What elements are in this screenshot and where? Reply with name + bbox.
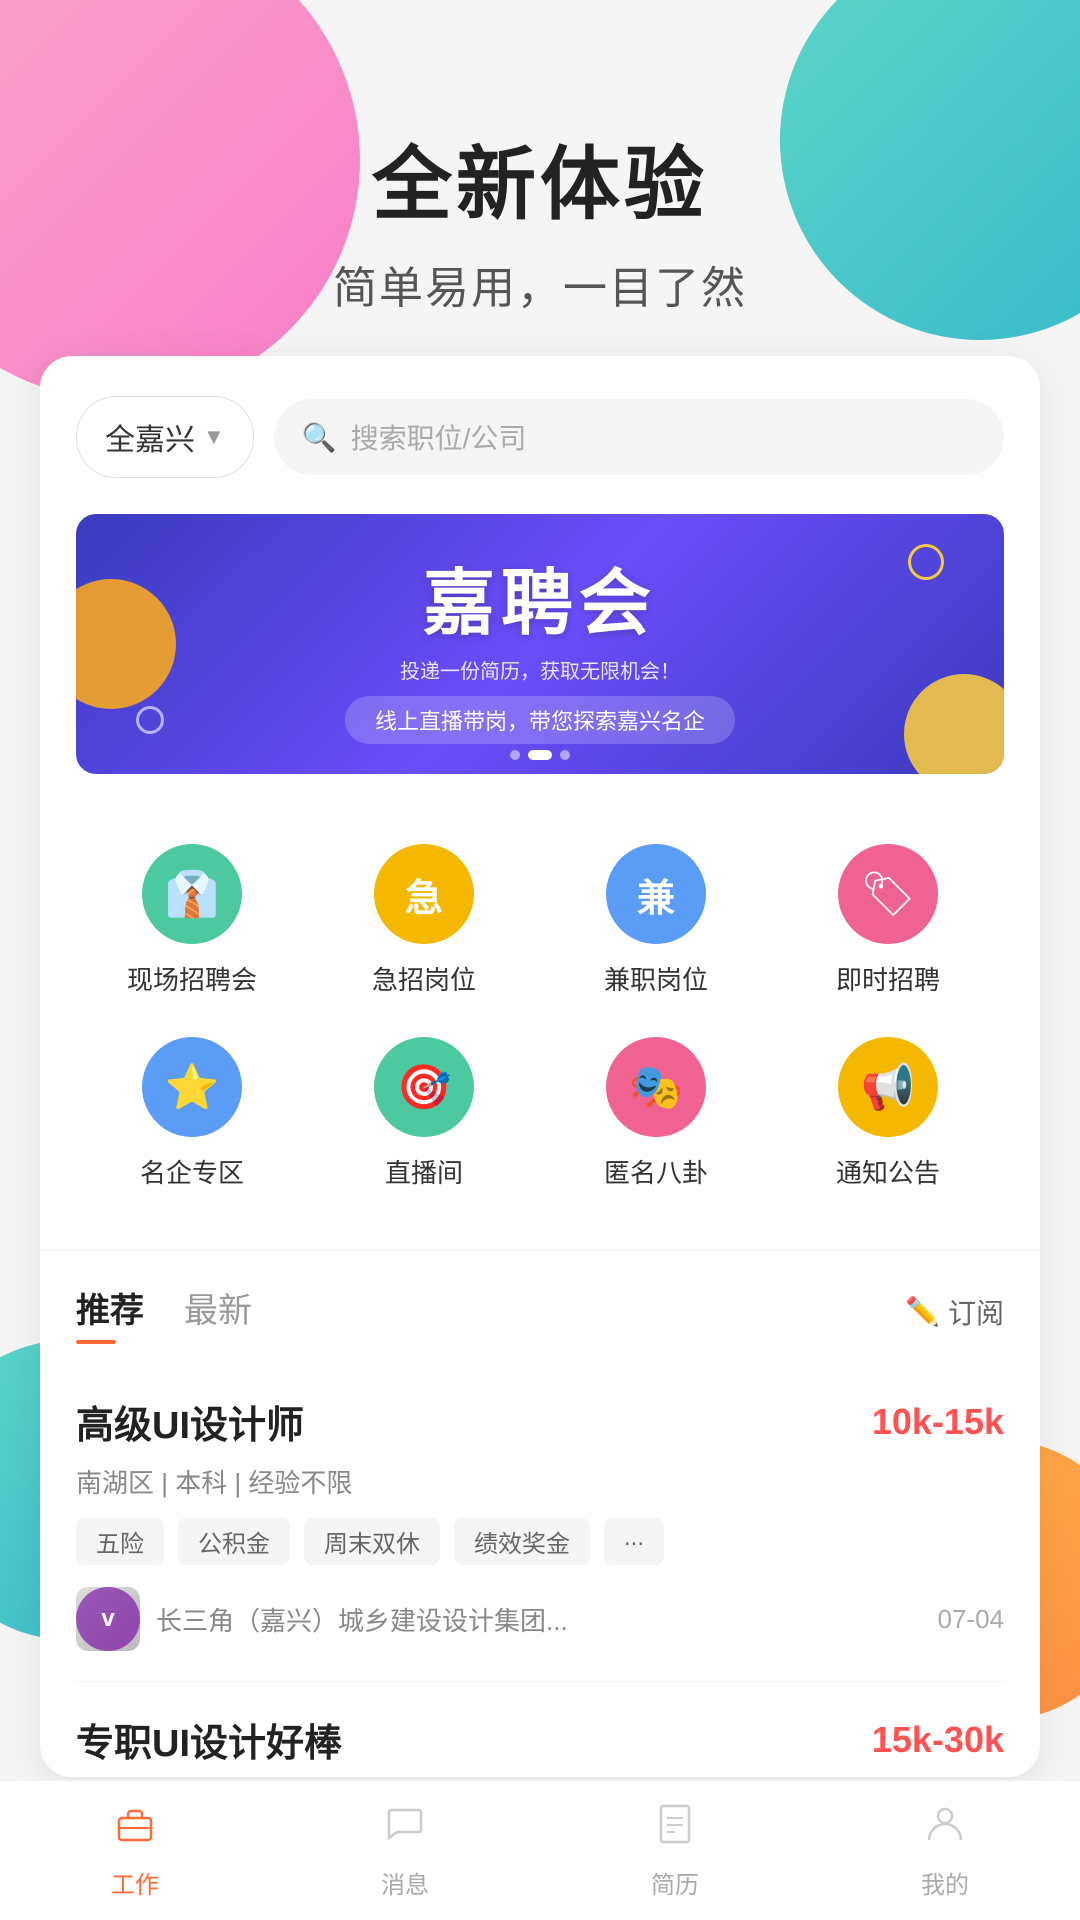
hero-subtitle: 简单易用，一目了然 <box>0 252 1080 316</box>
person-icon <box>923 1802 967 1857</box>
tag-more: ... <box>604 1518 664 1565</box>
icon-item-elite[interactable]: ⭐ 名企专区 <box>76 1017 308 1210</box>
banner-decor-orange <box>76 579 176 709</box>
job-title-2: 专职UI设计好棒 <box>76 1712 342 1767</box>
icon-elite: ⭐ <box>142 1037 242 1137</box>
subscribe-button[interactable]: ✏️ 订阅 <box>905 1292 1004 1332</box>
icon-item-notice[interactable]: 📢 通知公告 <box>772 1017 1004 1210</box>
subscribe-label: 订阅 <box>948 1292 1004 1332</box>
tabs-row: 推荐 最新 ✏️ 订阅 <box>76 1283 1004 1340</box>
nav-item-resume[interactable]: 简历 <box>605 1802 745 1900</box>
edit-icon: ✏️ <box>905 1295 940 1328</box>
job-salary-2: 15k-30k <box>872 1719 1004 1761</box>
icon-live: 🎯 <box>374 1037 474 1137</box>
tab-latest[interactable]: 最新 <box>184 1283 252 1340</box>
icon-item-job-fair[interactable]: 👔 现场招聘会 <box>76 824 308 1017</box>
company-avatar-1: v <box>76 1587 140 1651</box>
nav-item-message[interactable]: 消息 <box>335 1802 475 1900</box>
nav-item-mine[interactable]: 我的 <box>875 1802 1015 1900</box>
icon-grid: 👔 现场招聘会 急 急招岗位 兼 兼职岗位 🏷 即时招聘 ⭐ 名企专区 🎯 直播… <box>76 824 1004 1210</box>
nav-label-resume: 简历 <box>651 1865 699 1900</box>
tag-zhoumo: 周末双休 <box>304 1518 440 1565</box>
banner-dot-1 <box>510 750 520 760</box>
tab-recommend[interactable]: 推荐 <box>76 1283 144 1340</box>
icon-label-urgent: 急招岗位 <box>372 960 476 997</box>
icon-item-gossip[interactable]: 🎭 匿名八卦 <box>540 1017 772 1210</box>
icon-label-gossip: 匿名八卦 <box>604 1153 708 1190</box>
icon-label-instant: 即时招聘 <box>836 960 940 997</box>
company-avatar-inner: v <box>76 1587 140 1651</box>
banner-subtitle: 投递一份简历，获取无限机会！ <box>345 655 735 684</box>
icon-job-fair: 👔 <box>142 844 242 944</box>
banner-dot-3 <box>560 750 570 760</box>
icon-label-live: 直播间 <box>385 1153 463 1190</box>
search-icon: 🔍 <box>302 421 337 454</box>
tag-gongjijin: 公积金 <box>178 1518 290 1565</box>
search-placeholder: 搜索职位/公司 <box>351 417 527 457</box>
icon-instant: 🏷 <box>838 844 938 944</box>
nav-label-message: 消息 <box>381 1865 429 1900</box>
banner-decor-yellow <box>904 674 1004 774</box>
banner-dot-2 <box>528 750 552 760</box>
icon-gossip: 🎭 <box>606 1037 706 1137</box>
banner-bottom-text: 线上直播带岗，带您探索嘉兴名企 <box>345 696 735 744</box>
search-row: 全嘉兴 ▼ 🔍 搜索职位/公司 <box>76 396 1004 478</box>
job-title-row-1: 高级UI设计师 10k-15k <box>76 1394 1004 1449</box>
hero-section: 全新体验 简单易用，一目了然 <box>0 0 1080 356</box>
icon-label-job-fair: 现场招聘会 <box>127 960 257 997</box>
icon-urgent: 急 <box>374 844 474 944</box>
job-fair-banner[interactable]: 嘉聘会 投递一份简历，获取无限机会！ 线上直播带岗，带您探索嘉兴名企 <box>76 514 1004 774</box>
icon-item-urgent[interactable]: 急 急招岗位 <box>308 824 540 1017</box>
hero-title: 全新体验 <box>0 120 1080 236</box>
nav-label-mine: 我的 <box>921 1865 969 1900</box>
bottom-nav: 工作 消息 简历 我的 <box>0 1780 1080 1920</box>
company-row-1: v 长三角（嘉兴）城乡建设设计集团... 07-04 <box>76 1587 1004 1651</box>
nav-item-work[interactable]: 工作 <box>65 1802 205 1900</box>
tag-wuxian: 五险 <box>76 1518 164 1565</box>
job-title-1: 高级UI设计师 <box>76 1394 304 1449</box>
chat-icon <box>383 1802 427 1857</box>
location-text: 全嘉兴 <box>105 415 195 459</box>
banner-decor-outline2 <box>136 706 164 734</box>
nav-label-work: 工作 <box>111 1865 159 1900</box>
job-card-1[interactable]: 高级UI设计师 10k-15k 南湖区 | 本科 | 经验不限 五险 公积金 周… <box>76 1364 1004 1682</box>
company-name-1: 长三角（嘉兴）城乡建设设计集团... <box>156 1601 922 1638</box>
icon-label-parttime: 兼职岗位 <box>604 960 708 997</box>
icon-label-elite: 名企专区 <box>140 1153 244 1190</box>
icon-item-parttime[interactable]: 兼 兼职岗位 <box>540 824 772 1017</box>
tag-jixiao: 绩效奖金 <box>454 1518 590 1565</box>
job-meta-1: 南湖区 | 本科 | 经验不限 <box>76 1463 1004 1500</box>
icon-item-instant[interactable]: 🏷 即时招聘 <box>772 824 1004 1017</box>
icon-parttime: 兼 <box>606 844 706 944</box>
tabs-section: 推荐 最新 ✏️ 订阅 高级UI设计师 10k-15k 南湖区 | 本科 | 经… <box>76 1251 1004 1777</box>
briefcase-icon <box>113 1802 157 1857</box>
job-title-row-2: 专职UI设计好棒 15k-30k <box>76 1712 1004 1767</box>
job-salary-1: 10k-15k <box>872 1401 1004 1443</box>
banner-decor-outline <box>908 544 944 580</box>
icon-item-live[interactable]: 🎯 直播间 <box>308 1017 540 1210</box>
search-box[interactable]: 🔍 搜索职位/公司 <box>274 399 1004 475</box>
company-date-1: 07-04 <box>938 1604 1005 1635</box>
banner-title: 嘉聘会 <box>345 544 735 649</box>
banner-content: 嘉聘会 投递一份简历，获取无限机会！ 线上直播带岗，带您探索嘉兴名企 <box>345 544 735 744</box>
location-button[interactable]: 全嘉兴 ▼ <box>76 396 254 478</box>
job-card-2[interactable]: 专职UI设计好棒 15k-30k <box>76 1682 1004 1777</box>
banner-dots <box>510 750 570 760</box>
main-card: 全嘉兴 ▼ 🔍 搜索职位/公司 嘉聘会 投递一份简历，获取无限机会！ 线上直播带… <box>40 356 1040 1777</box>
icon-notice: 📢 <box>838 1037 938 1137</box>
job-tags-1: 五险 公积金 周末双休 绩效奖金 ... <box>76 1518 1004 1565</box>
icon-label-notice: 通知公告 <box>836 1153 940 1190</box>
chevron-down-icon: ▼ <box>203 424 225 450</box>
document-icon <box>653 1802 697 1857</box>
